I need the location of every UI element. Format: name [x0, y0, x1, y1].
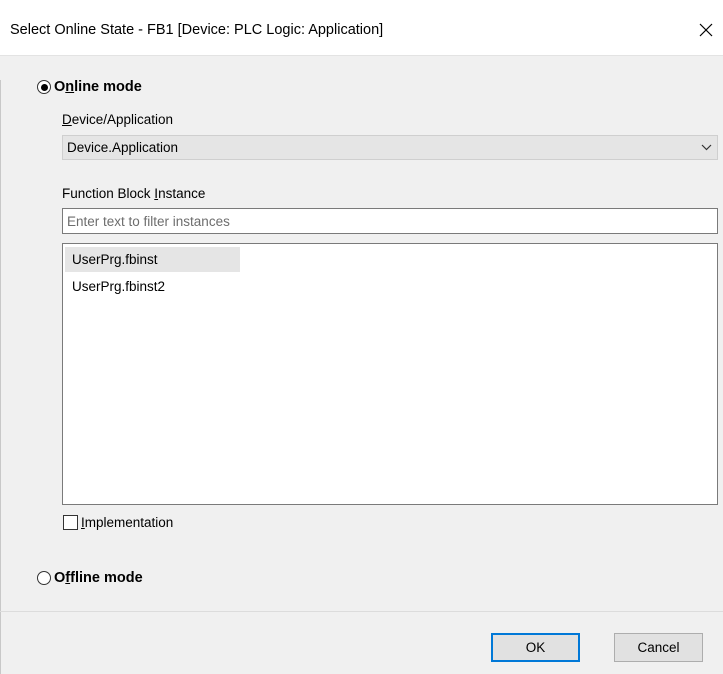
list-item-fbinst2[interactable]: UserPrg.fbinst2: [65, 274, 240, 299]
implementation-checkbox-row[interactable]: Implementation: [63, 515, 173, 530]
offline-mode-label: Offline mode: [54, 570, 143, 586]
close-icon: [699, 23, 713, 37]
device-application-value: Device.Application: [67, 140, 179, 155]
ok-button[interactable]: OK: [491, 633, 580, 662]
left-border: [0, 80, 1, 674]
footer-divider: [0, 611, 723, 612]
online-mode-label: Online mode: [54, 79, 142, 95]
chevron-down-icon[interactable]: [695, 144, 717, 151]
cancel-button[interactable]: Cancel: [614, 633, 703, 662]
instance-filter-input[interactable]: [62, 208, 718, 234]
implementation-checkbox[interactable]: [63, 515, 78, 530]
offline-mode-radio[interactable]: Offline mode: [37, 570, 143, 586]
function-block-instance-label: Function Block Instance: [62, 186, 206, 201]
device-application-dropdown[interactable]: Device.Application: [62, 135, 718, 160]
close-button[interactable]: [689, 10, 723, 50]
offline-mode-radio-button[interactable]: [37, 571, 51, 585]
select-online-state-dialog: Select Online State - FB1 [Device: PLC L…: [0, 0, 723, 674]
device-application-label: Device/Application: [62, 112, 174, 127]
title-bar: Select Online State - FB1 [Device: PLC L…: [0, 0, 723, 56]
list-item-fbinst[interactable]: UserPrg.fbinst: [65, 247, 240, 272]
online-mode-radio-button[interactable]: [37, 80, 51, 94]
window-title: Select Online State - FB1 [Device: PLC L…: [10, 22, 384, 38]
online-mode-radio[interactable]: Online mode: [37, 79, 142, 95]
implementation-label: Implementation: [81, 515, 174, 530]
instance-list[interactable]: UserPrg.fbinst UserPrg.fbinst2: [62, 243, 718, 505]
